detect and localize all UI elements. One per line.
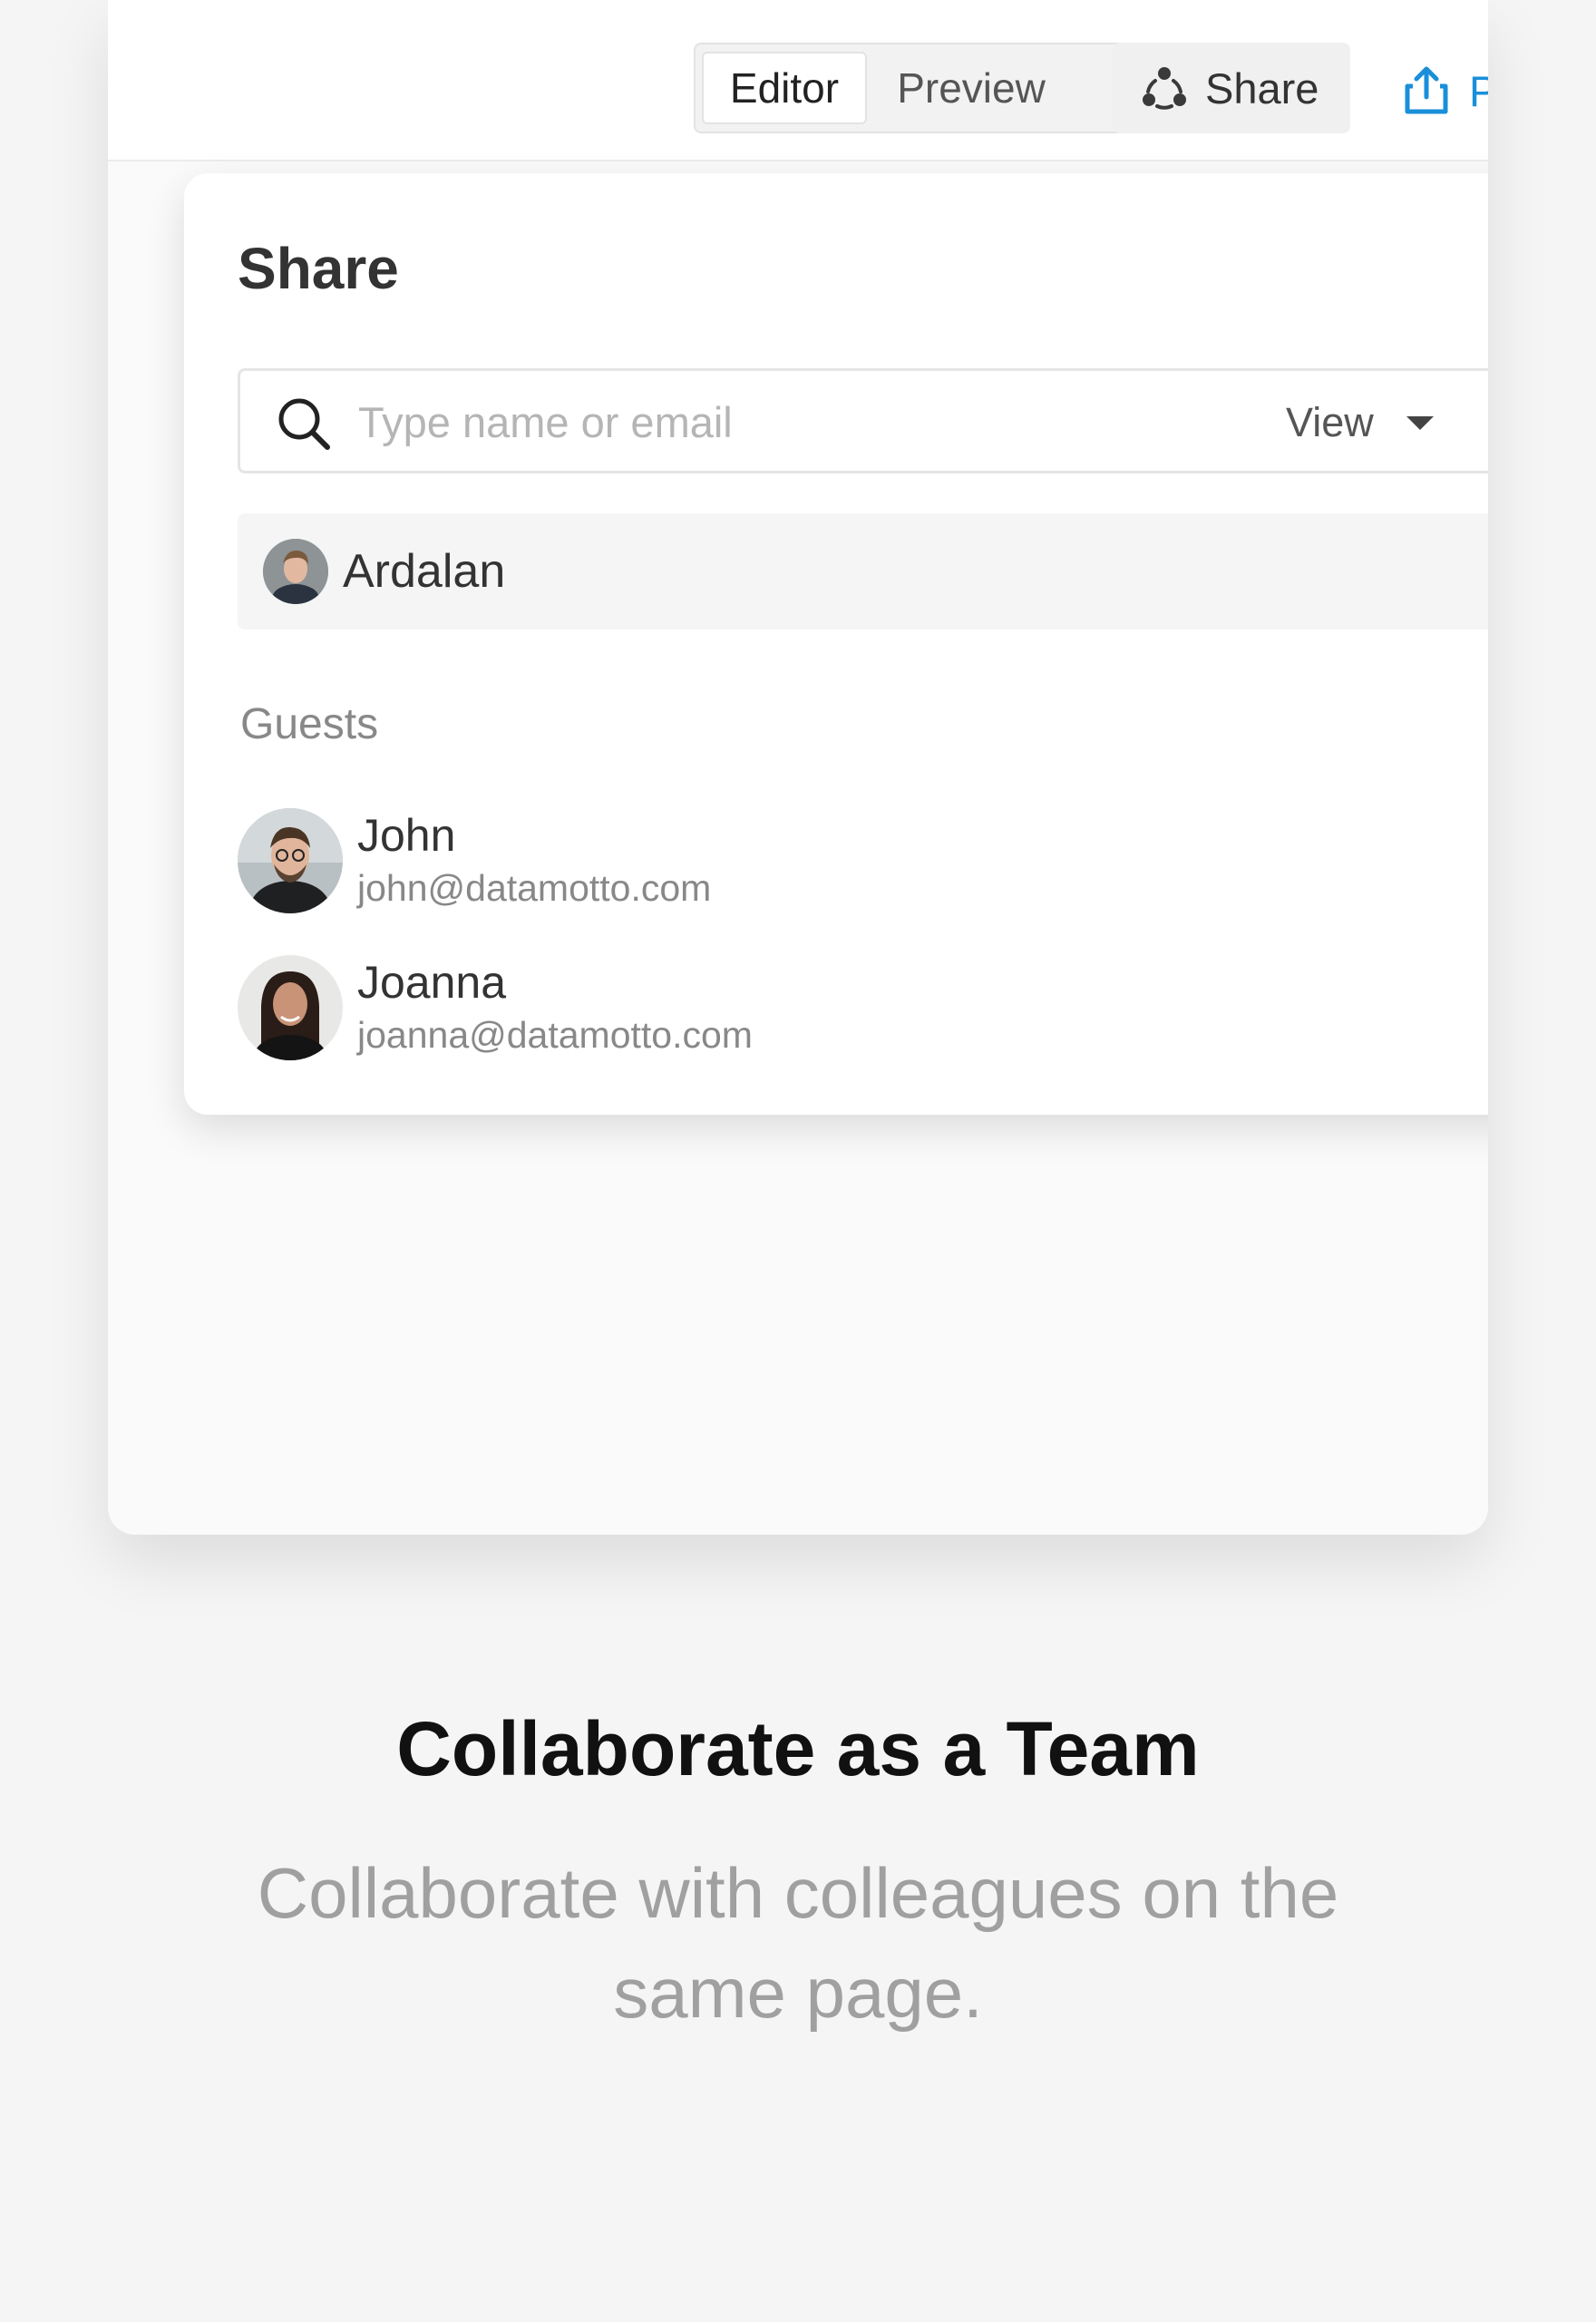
tab-preview[interactable]: Preview <box>867 52 1075 124</box>
guest-item[interactable]: Joanna joanna@datamotto.com <box>238 955 753 1060</box>
top-toolbar: Editor Preview Share P <box>108 0 1488 161</box>
share-dialog-title: Share <box>238 236 399 301</box>
share-dialog: Share View Ardalan Gu <box>184 173 1488 1115</box>
guest-email: john@datamotto.com <box>357 867 712 909</box>
permission-selected-value: View <box>1286 399 1374 445</box>
share-button[interactable]: Share <box>1113 43 1350 133</box>
search-input[interactable] <box>358 391 1174 453</box>
guest-name: Joanna <box>357 957 507 1008</box>
tab-editor[interactable]: Editor <box>702 52 867 124</box>
people-share-icon <box>1143 67 1186 110</box>
share-button-label: Share <box>1205 63 1319 112</box>
guest-email: joanna@datamotto.com <box>357 1014 753 1056</box>
feature-headline: Collaborate as a Team <box>396 1706 1200 1791</box>
guests-section-label: Guests <box>240 700 379 748</box>
guest-name: John <box>357 810 456 861</box>
guest-item[interactable]: John john@datamotto.com <box>238 808 711 913</box>
share-search-field: View <box>238 368 1488 473</box>
avatar <box>238 955 343 1060</box>
search-icon <box>278 398 330 450</box>
selected-user-chip[interactable]: Ardalan <box>238 513 1488 629</box>
avatar <box>263 539 328 604</box>
app-window: Editor Preview Share P Share Type name o… <box>108 0 1488 1535</box>
avatar <box>238 808 343 913</box>
permission-select[interactable]: View <box>1286 391 1434 454</box>
selected-user-name: Ardalan <box>343 545 506 598</box>
publish-button-label: P <box>1469 66 1488 115</box>
upload-icon <box>1405 66 1448 114</box>
caret-down-icon <box>1406 415 1434 430</box>
publish-button[interactable]: P <box>1400 50 1488 132</box>
feature-subtitle: Collaborate with colleagues on the same … <box>257 1853 1339 2033</box>
